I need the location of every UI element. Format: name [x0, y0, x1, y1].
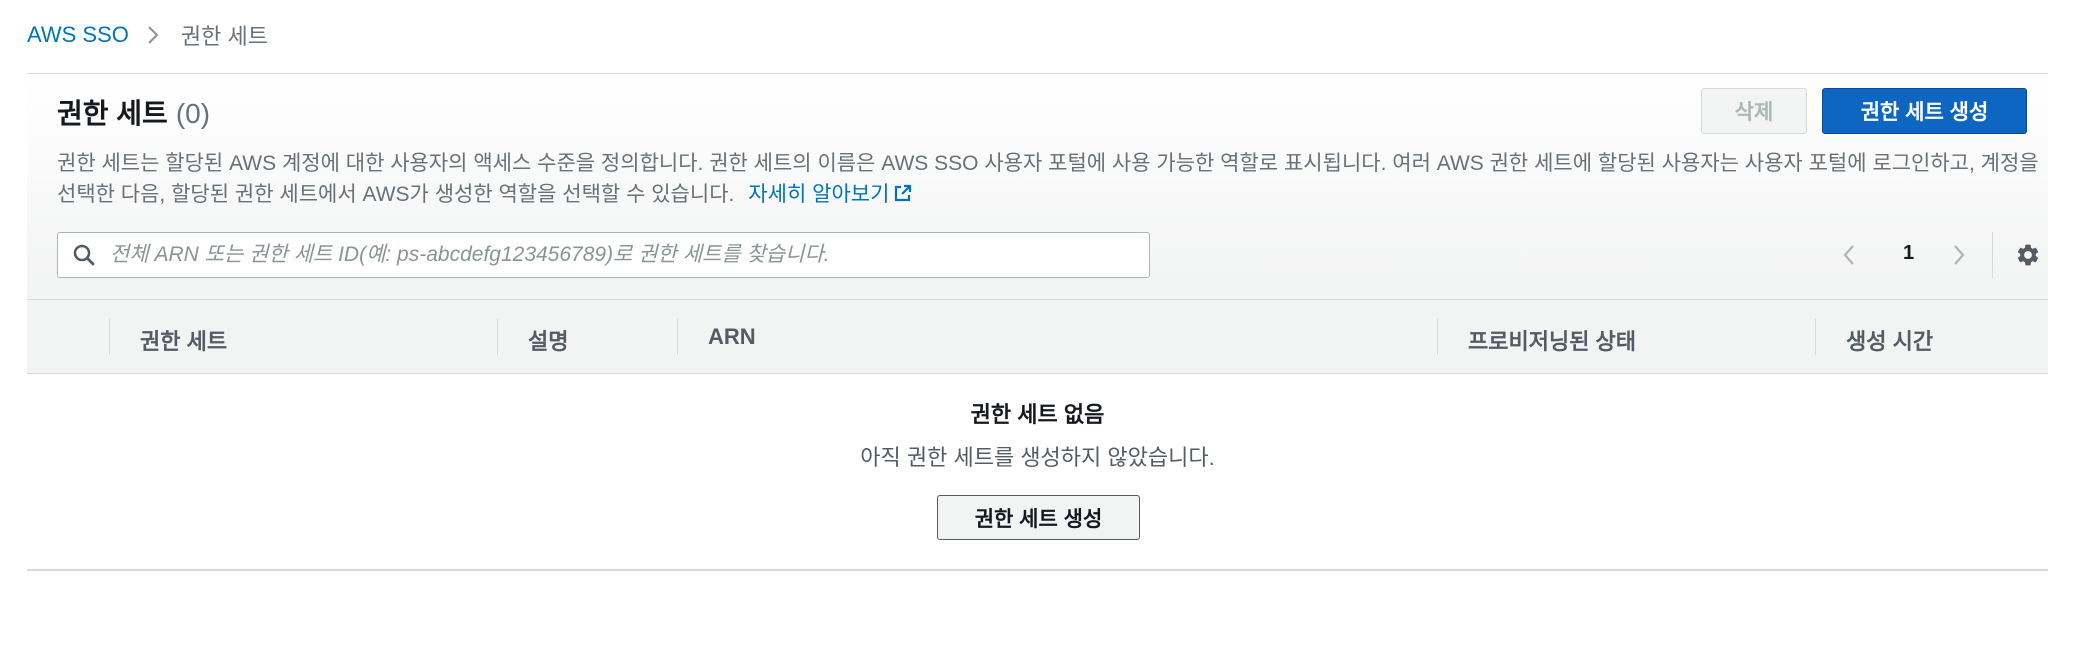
page-title-text: 권한 세트	[57, 98, 168, 129]
pager-divider	[1992, 232, 1993, 278]
column-divider	[677, 319, 678, 355]
search-box	[57, 232, 1150, 278]
empty-state-create-button[interactable]: 권한 세트 생성	[937, 495, 1140, 540]
delete-button[interactable]: 삭제	[1701, 88, 1807, 134]
column-header-created-time[interactable]: 생성 시간	[1846, 324, 1933, 356]
breadcrumb-link-aws-sso[interactable]: AWS SSO	[27, 22, 129, 48]
column-divider	[109, 319, 110, 355]
create-permission-set-button[interactable]: 권한 세트 생성	[1822, 88, 2027, 134]
column-divider	[497, 319, 498, 355]
column-header-provisioning-status[interactable]: 프로비저닝된 상태	[1468, 324, 1636, 356]
description-text: 권한 세트는 할당된 AWS 계정에 대한 사용자의 액세스 수준을 정의합니다…	[57, 152, 2039, 206]
chevron-right-icon	[1954, 245, 1965, 265]
search-input[interactable]	[110, 243, 1149, 267]
learn-more-label: 자세히 알아보기	[748, 183, 890, 206]
chevron-left-icon	[1843, 245, 1854, 265]
empty-state-description: 아직 권한 세트를 생성하지 않았습니다.	[860, 445, 1215, 470]
chevron-right-icon	[147, 25, 159, 45]
breadcrumb-current: 권한 세트	[180, 24, 268, 49]
permission-set-count: (0)	[175, 98, 211, 129]
table-header: 권한 세트 설명 ARN 프로비저닝된 상태 생성 시간	[27, 300, 2048, 374]
panel-header: 권한 세트 (0) 삭제 권한 세트 생성 권한 세트는 할당된 AWS 계정에 …	[27, 74, 2048, 300]
settings-button[interactable]	[2015, 242, 2041, 268]
breadcrumb: AWS SSO 권한 세트	[27, 20, 268, 50]
description: 권한 세트는 할당된 AWS 계정에 대한 사용자의 액세스 수준을 정의합니다…	[57, 148, 2047, 210]
learn-more-link[interactable]: 자세히 알아보기	[748, 183, 913, 206]
column-divider	[1815, 319, 1816, 355]
column-header-description[interactable]: 설명	[528, 324, 568, 356]
page-number[interactable]: 1	[1903, 242, 1914, 265]
permission-sets-panel: 권한 세트 (0) 삭제 권한 세트 생성 권한 세트는 할당된 AWS 계정에 …	[27, 73, 2048, 571]
gear-icon	[2017, 244, 2039, 266]
column-divider	[1437, 319, 1438, 355]
page-title: 권한 세트 (0)	[57, 92, 210, 132]
search-icon	[72, 243, 96, 267]
empty-state-title: 권한 세트 없음	[970, 402, 1105, 427]
next-page-button[interactable]	[1945, 239, 1973, 271]
column-header-permission-set[interactable]: 권한 세트	[140, 324, 227, 356]
previous-page-button[interactable]	[1835, 239, 1863, 271]
external-link-icon	[895, 184, 912, 202]
column-header-arn[interactable]: ARN	[708, 324, 756, 350]
